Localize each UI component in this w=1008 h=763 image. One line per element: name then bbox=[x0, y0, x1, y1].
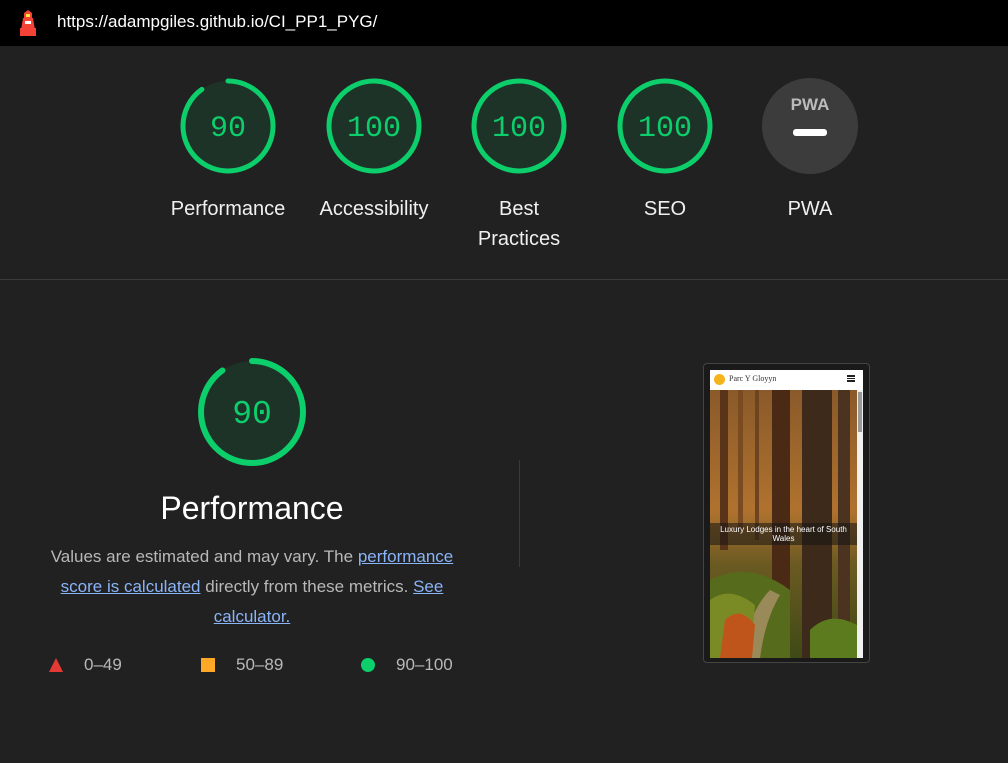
legend-range: 90–100 bbox=[396, 655, 453, 674]
gauge-label: Best Practices bbox=[477, 198, 561, 250]
performance-description: Values are estimated and may vary. The p… bbox=[34, 542, 470, 632]
circle-icon bbox=[361, 658, 375, 672]
legend-pass: 90–100 bbox=[360, 655, 453, 675]
pwa-icon: PWA bbox=[762, 78, 858, 174]
browser-bar: https://adampgiles.github.io/CI_PP1_PYG/ bbox=[0, 0, 1008, 46]
desc-prefix: Values are estimated and may vary. The bbox=[50, 547, 358, 566]
gauge-score: 90 bbox=[210, 112, 246, 146]
vertical-divider bbox=[519, 460, 520, 567]
final-screenshot-thumbnail[interactable]: Parc Y Gloyyn Luxury Lodges in the heart… bbox=[703, 363, 870, 663]
hamburger-menu-icon bbox=[847, 375, 855, 382]
legend-range: 0–49 bbox=[84, 655, 122, 674]
gauge-label: Performance bbox=[170, 198, 286, 220]
triangle-icon bbox=[49, 658, 63, 672]
score-legend: 0–49 50–89 90–100 bbox=[48, 655, 488, 679]
gauge-label: PWA bbox=[787, 198, 833, 220]
gauge-score: 100 bbox=[638, 112, 692, 146]
gauge-best-practices[interactable]: 100 Best Practices bbox=[449, 76, 589, 254]
gauge-label: Accessibility bbox=[319, 198, 429, 220]
screenshot-scrollbar bbox=[857, 390, 863, 658]
seo-gauge-ring: 100 bbox=[617, 78, 713, 174]
lighthouse-icon bbox=[20, 10, 36, 36]
performance-big-gauge: 90 bbox=[198, 358, 306, 466]
gauge-score: 100 bbox=[347, 112, 401, 146]
section-divider bbox=[0, 279, 1008, 280]
performance-gauge-ring: 90 bbox=[180, 78, 276, 174]
svg-text:PWA: PWA bbox=[791, 95, 830, 114]
screenshot-brand: Parc Y Gloyyn bbox=[729, 374, 777, 383]
performance-title: Performance bbox=[160, 490, 344, 526]
square-icon bbox=[201, 658, 215, 672]
sun-logo-icon bbox=[714, 374, 725, 385]
performance-score: 90 bbox=[232, 396, 272, 433]
gauge-performance[interactable]: 90 Performance bbox=[158, 76, 298, 224]
gauge-seo[interactable]: 100 SEO bbox=[595, 76, 735, 224]
screenshot-page: Parc Y Gloyyn Luxury Lodges in the heart… bbox=[710, 370, 863, 658]
legend-fail: 0–49 bbox=[48, 655, 122, 675]
screenshot-navbar: Parc Y Gloyyn bbox=[710, 370, 863, 390]
legend-range: 50–89 bbox=[236, 655, 284, 674]
gauge-label: SEO bbox=[643, 198, 687, 220]
accessibility-gauge-ring: 100 bbox=[326, 78, 422, 174]
summary-gauges: 90 Performance 100 Accessibility 100 Bes… bbox=[0, 46, 1008, 279]
legend-average: 50–89 bbox=[200, 655, 283, 675]
screenshot-caption: Luxury Lodges in the heart of South Wale… bbox=[710, 523, 857, 545]
gauge-pwa[interactable]: PWA PWA bbox=[740, 76, 880, 224]
gauge-score: 100 bbox=[492, 112, 546, 146]
performance-section: 90 Performance Values are estimated and … bbox=[28, 356, 476, 632]
desc-middle: directly from these metrics. bbox=[200, 577, 414, 596]
page-url[interactable]: https://adampgiles.github.io/CI_PP1_PYG/ bbox=[57, 12, 377, 32]
gauge-accessibility[interactable]: 100 Accessibility bbox=[304, 76, 444, 224]
best-practices-gauge-ring: 100 bbox=[471, 78, 567, 174]
